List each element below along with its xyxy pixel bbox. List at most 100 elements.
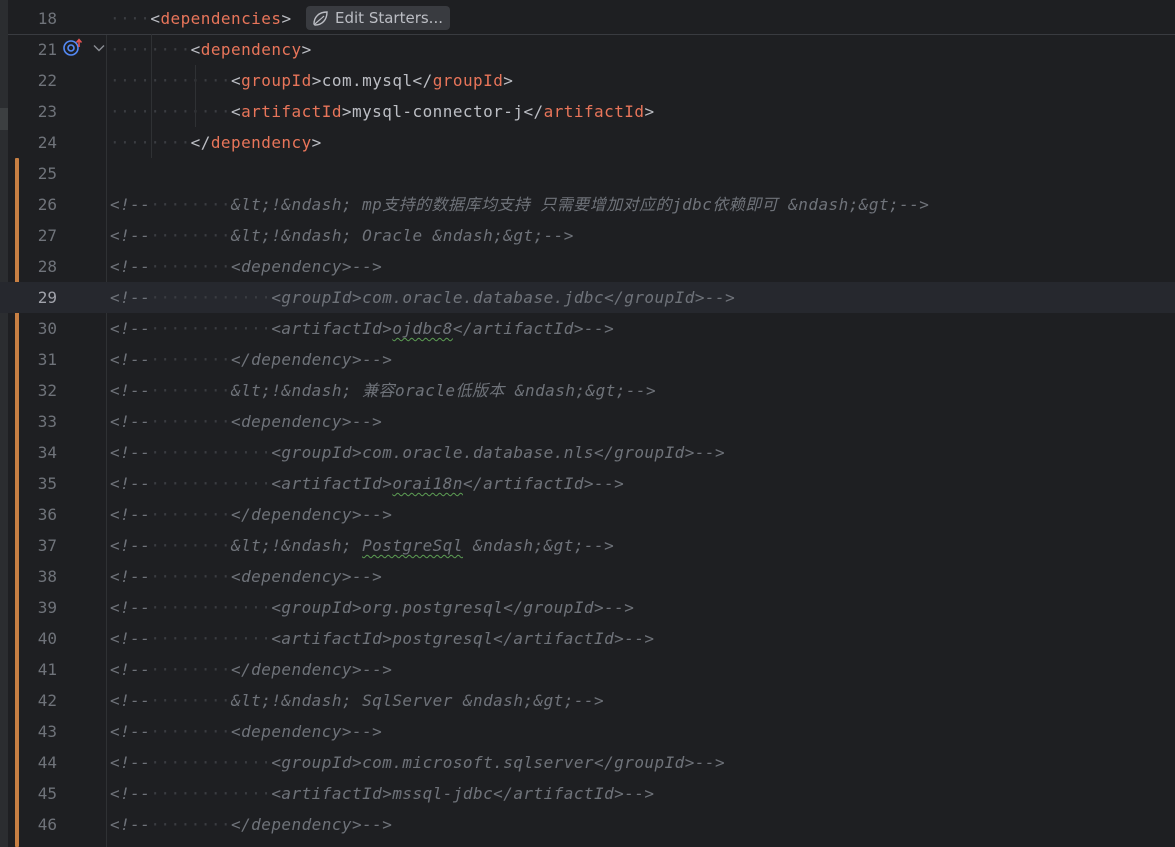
comment-text: <!--: [110, 257, 151, 276]
code-line-content[interactable]: <!--········&lt;!&ndash; Oracle &ndash;&…: [110, 220, 574, 251]
whitespace-dots: ············: [150, 474, 272, 493]
comment-text: <!--: [110, 319, 151, 338]
indent-guide: [151, 34, 152, 158]
line-number: 29: [37, 288, 57, 307]
code-line-content[interactable]: ········</dependency>: [110, 127, 322, 158]
edit-starters-label: Edit Starters...: [335, 9, 443, 27]
code-line[interactable]: 27 <!--········&lt;!&ndash; Oracle &ndash…: [0, 220, 1175, 251]
comment-text: &lt;!&ndash; SqlServer &ndash;&gt;-->: [231, 691, 605, 710]
comment-text: <!--: [110, 753, 151, 772]
comment-text: <dependency>-->: [231, 567, 383, 586]
xml-tag-name: dependency: [210, 133, 312, 152]
code-line-content[interactable]: <!--········</dependency>-->: [110, 809, 392, 840]
code-line-content[interactable]: <!--········</dependency>-->: [110, 499, 392, 530]
code-line[interactable]: 46 <!--········</dependency>-->: [0, 809, 1175, 840]
code-line[interactable]: 43 <!--········<dependency>-->: [0, 716, 1175, 747]
comment-text: <!--: [110, 567, 151, 586]
code-line[interactable]: 23 ············<artifactId>mysql-connecto…: [0, 96, 1175, 127]
code-line-content[interactable]: <!--········&lt;!&ndash; mp支持的数据库均支持 只需要…: [110, 189, 929, 220]
code-line-content[interactable]: <!--············<artifactId>ojdbc8</arti…: [110, 313, 614, 344]
xml-tag-name: artifactId: [543, 102, 645, 121]
code-line[interactable]: 42 <!--········&lt;!&ndash; SqlServer &nd…: [0, 685, 1175, 716]
tag-bracket: </: [523, 102, 544, 121]
code-line-content[interactable]: <!--········&lt;!&ndash; 兼容oracle低版本 &nd…: [110, 375, 656, 406]
code-editor[interactable]: 18 ····<dependencies> Edit Starters... 2…: [0, 0, 1175, 847]
code-line[interactable]: 35 <!--············<artifactId>orai18n</a…: [0, 468, 1175, 499]
code-line[interactable]: 31 <!--········</dependency>-->: [0, 344, 1175, 375]
sticky-line[interactable]: 18 ····<dependencies>: [0, 3, 1175, 34]
comment-text: <!--: [110, 412, 151, 431]
line-number: 44: [37, 753, 57, 772]
whitespace-dots: ············: [150, 784, 272, 803]
code-line[interactable]: 36 <!--········</dependency>-->: [0, 499, 1175, 530]
line-number: 21: [37, 40, 57, 59]
code-line[interactable]: 28 <!--········<dependency>-->: [0, 251, 1175, 282]
comment-text: &lt;!&ndash;: [231, 536, 363, 555]
code-line-content[interactable]: <!--········<dependency>-->: [110, 561, 382, 592]
code-line[interactable]: 44 <!--············<groupId>com.microsoft…: [0, 747, 1175, 778]
edit-starters-button[interactable]: Edit Starters...: [306, 6, 450, 30]
code-line-content[interactable]: <!--············<groupId>com.oracle.data…: [110, 282, 735, 313]
line-number: 27: [37, 226, 57, 245]
comment-text: <artifactId>postgresql</artifactId>-->: [271, 629, 655, 648]
code-line-content[interactable]: <!--············<artifactId>orai18n</art…: [110, 468, 624, 499]
line-number: 45: [37, 784, 57, 803]
code-line[interactable]: 45 <!--············<artifactId>mssql-jdbc…: [0, 778, 1175, 809]
code-line[interactable]: 37 <!--········&lt;!&ndash; PostgreSql &n…: [0, 530, 1175, 561]
comment-text: </dependency>-->: [231, 815, 393, 834]
code-line-content[interactable]: ········<dependency>: [110, 34, 312, 65]
code-line[interactable]: 30 <!--············<artifactId>ojdbc8</ar…: [0, 313, 1175, 344]
code-line[interactable]: 32 <!--········&lt;!&ndash; 兼容oracle低版本 &…: [0, 375, 1175, 406]
comment-text: </dependency>-->: [231, 505, 393, 524]
line-number: 30: [37, 319, 57, 338]
code-line-content[interactable]: <!--············<groupId>com.microsoft.s…: [110, 747, 725, 778]
code-line-content[interactable]: ············<groupId>com.mysql</groupId>: [110, 65, 513, 96]
comment-text: <artifactId>: [271, 474, 393, 493]
whitespace-dots: ············: [110, 102, 231, 121]
whitespace-dots: ············: [150, 319, 272, 338]
code-line-content[interactable]: <!--········</dependency>-->: [110, 654, 392, 685]
code-line[interactable]: 22 ············<groupId>com.mysql</groupI…: [0, 65, 1175, 96]
code-line[interactable]: 26 <!--········&lt;!&ndash; mp支持的数据库均支持 只…: [0, 189, 1175, 220]
code-line[interactable]: 24 ········</dependency>: [0, 127, 1175, 158]
whitespace-dots: ············: [150, 629, 272, 648]
whitespace-dots: ········: [150, 350, 232, 369]
tag-bracket: </: [412, 71, 433, 90]
code-line-content[interactable]: <!--········<dependency>-->: [110, 716, 382, 747]
code-line-content[interactable]: <!--············<artifactId>mssql-jdbc</…: [110, 778, 655, 809]
code-line[interactable]: 21 ········<dependency>: [0, 34, 1175, 65]
comment-text: &lt;!&ndash; Oracle &ndash;&gt;-->: [231, 226, 574, 245]
comment-text: <!--: [110, 691, 151, 710]
tag-bracket: >: [341, 102, 353, 121]
code-line-content[interactable]: <!--········&lt;!&ndash; SqlServer &ndas…: [110, 685, 604, 716]
code-line-content[interactable]: <!--············<artifactId>postgresql</…: [110, 623, 655, 654]
xml-tag-name: dependency: [200, 40, 302, 59]
code-line[interactable]: 38 <!--········<dependency>-->: [0, 561, 1175, 592]
code-line[interactable]: 29 <!--············<groupId>com.oracle.da…: [0, 282, 1175, 313]
code-line-content[interactable]: <!--········<dependency>-->: [110, 406, 382, 437]
comment-text: &lt;!&ndash; mp支持的数据库均支持 只需要增加对应的jdbc依赖即…: [231, 195, 930, 214]
code-line[interactable]: 34 <!--············<groupId>com.oracle.da…: [0, 437, 1175, 468]
whitespace-dots: ········: [150, 412, 232, 431]
spelling-warning-text: PostgreSql: [362, 536, 463, 555]
code-line-content[interactable]: <!--········<dependency>-->: [110, 251, 382, 282]
comment-text: <!--: [110, 350, 151, 369]
code-line[interactable]: 41 <!--········</dependency>-->: [0, 654, 1175, 685]
comment-text: </dependency>-->: [231, 350, 393, 369]
whitespace-dots: ········: [150, 381, 232, 400]
comment-text: <!--: [110, 195, 151, 214]
code-line-content[interactable]: ············<artifactId>mysql-connector-…: [110, 96, 655, 127]
code-line-content[interactable]: <!--········</dependency>-->: [110, 344, 392, 375]
comment-text: <!--: [110, 629, 151, 648]
code-line-content[interactable]: ····<dependencies>: [110, 3, 292, 34]
code-line[interactable]: 40 <!--············<artifactId>postgresql…: [0, 623, 1175, 654]
whitespace-dots: ············: [150, 443, 272, 462]
code-line[interactable]: 33 <!--········<dependency>-->: [0, 406, 1175, 437]
code-line-content[interactable]: <!--········&lt;!&ndash; PostgreSql &nda…: [110, 530, 614, 561]
code-line-content[interactable]: <!--············<groupId>com.oracle.data…: [110, 437, 725, 468]
code-line-content[interactable]: <!--············<groupId>org.postgresql<…: [110, 592, 634, 623]
code-line[interactable]: 39 <!--············<groupId>org.postgresq…: [0, 592, 1175, 623]
whitespace-dots: ········: [150, 536, 232, 555]
code-line[interactable]: 25: [0, 158, 1175, 189]
comment-text: <dependency>-->: [231, 412, 383, 431]
